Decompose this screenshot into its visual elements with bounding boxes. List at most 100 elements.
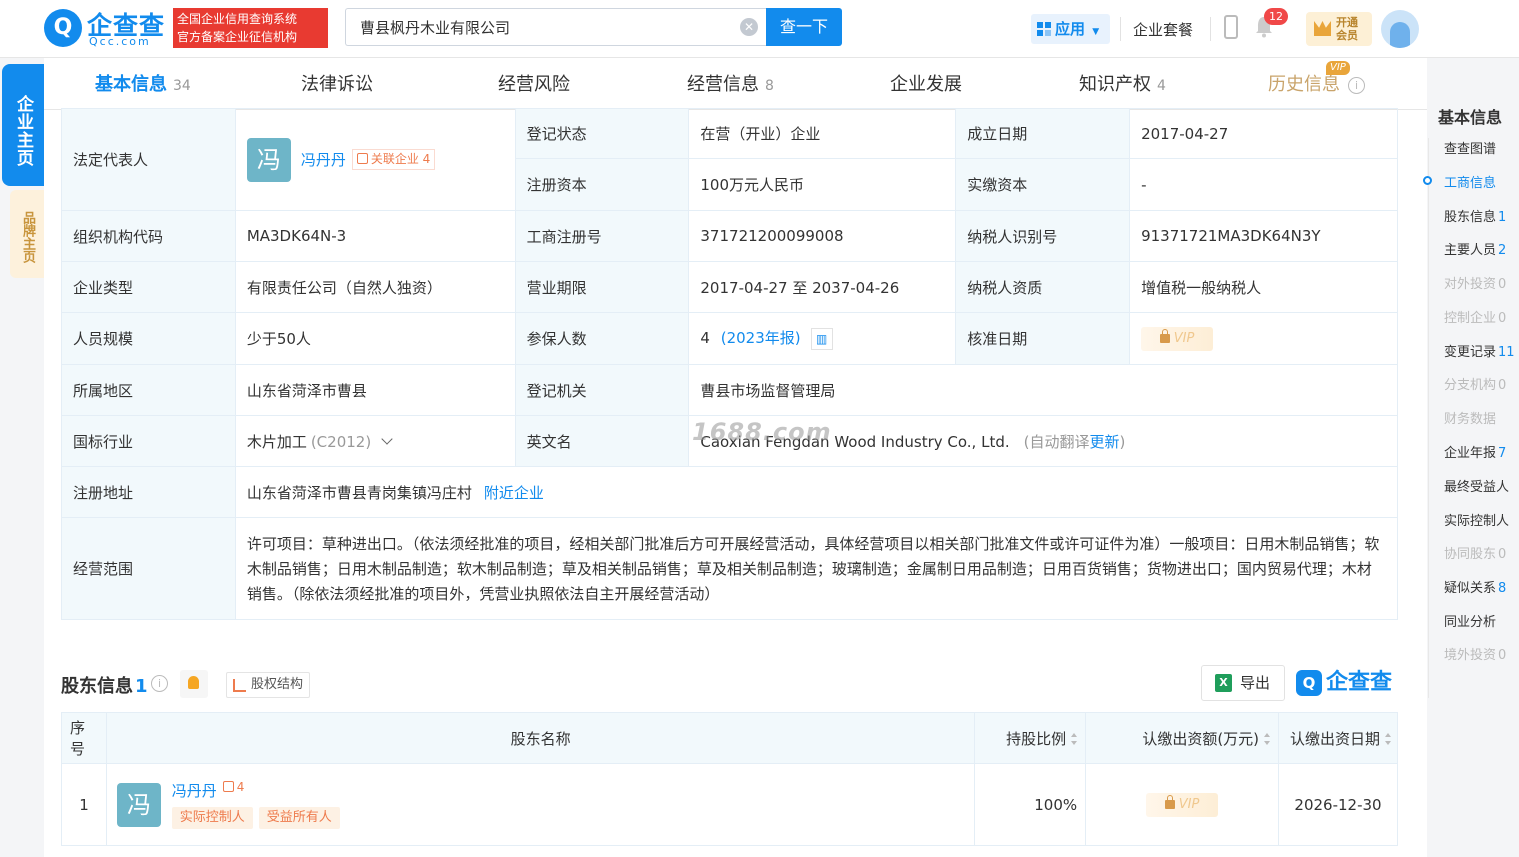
update-link[interactable]: 更新 (1089, 433, 1119, 451)
shareholder-info: 冯丹丹 4 实际控制人 受益所有人 (171, 780, 346, 829)
nav-label: 变更记录 (1444, 345, 1497, 360)
actual-controller-tag: 实际控制人 (171, 807, 253, 829)
export-button[interactable]: X 导出 (1201, 665, 1285, 701)
badge-line-1: 全国企业信用查询系统 (177, 12, 298, 26)
related-count: 4 (422, 152, 431, 166)
right-nav-title: 基本信息 (1438, 108, 1503, 127)
annual-report-link[interactable]: (2023年报) (721, 329, 801, 347)
qcc-brand-logo: Q 企查查 (1296, 668, 1392, 698)
nav-item-actual-controller[interactable]: 实际控制人 (1444, 510, 1509, 529)
nav-count: 0 (1498, 648, 1507, 663)
enterprise-suite-link[interactable]: 企业套餐 (1133, 19, 1193, 40)
tab-intellectual-property[interactable]: 知识产权 4 (1079, 60, 1166, 110)
nav-item-business-info[interactable]: 工商信息 (1444, 172, 1496, 191)
nav-item-shareholders[interactable]: 股东信息 1 (1444, 206, 1506, 225)
tab-business-info[interactable]: 经营信息 8 (687, 60, 774, 110)
search-button[interactable]: 查一下 (766, 8, 842, 46)
brand-home-tab[interactable]: 品牌主页 (10, 190, 44, 278)
nav-item-co-shareholders[interactable]: 协同股东 0 (1444, 543, 1506, 562)
tab-count: 4 (1157, 78, 1166, 94)
section-count: 1 (135, 676, 148, 697)
nav-item-graph[interactable]: 查查图谱 (1444, 138, 1496, 157)
chevron-down-icon[interactable] (381, 432, 393, 445)
user-avatar[interactable] (1381, 10, 1419, 48)
english-name-label: 英文名 (514, 415, 690, 467)
tab-history[interactable]: 历史信息 i (1268, 60, 1365, 110)
vip-locked-value[interactable]: VIP (1141, 326, 1214, 351)
legal-rep-label: 法定代表人 (61, 108, 236, 211)
equity-structure-button[interactable]: 股权结构 (226, 672, 311, 698)
tab-legal-litigation[interactable]: 法律诉讼 (301, 60, 373, 110)
mobile-phone-icon[interactable] (1224, 15, 1238, 39)
qcc-logo-icon: Q (1296, 670, 1322, 696)
nav-item-annual-reports[interactable]: 企业年报 7 (1444, 442, 1506, 461)
shareholder-name[interactable]: 冯丹丹 (172, 782, 217, 800)
relation-icon (222, 781, 234, 792)
nav-count: 11 (1498, 345, 1515, 360)
chart-icon[interactable]: ▥ (810, 327, 833, 350)
shareholder-avatar[interactable]: 冯 (116, 782, 161, 827)
tab-development[interactable]: 企业发展 (890, 60, 962, 110)
ratio-value: 100% (974, 763, 1087, 846)
reg-status-label: 登记状态 (514, 108, 690, 159)
nav-label: 主要人员 (1444, 243, 1497, 258)
col-ratio[interactable]: 持股比例 (974, 712, 1087, 764)
biz-reg-no-label: 工商注册号 (514, 210, 690, 262)
divider (1120, 17, 1121, 41)
tab-label: 基本信息 (95, 74, 167, 95)
search-box: ✕ (345, 8, 767, 46)
org-code-value: MA3DK64N-3 (234, 210, 516, 262)
amount-cell: VIP (1085, 763, 1280, 846)
nav-count: 0 (1498, 547, 1507, 562)
nav-item-changes[interactable]: 变更记录 11 (1444, 341, 1515, 360)
legal-rep-avatar[interactable]: 冯 (246, 137, 291, 182)
nearby-companies-link[interactable]: 附近企业 (484, 484, 544, 502)
logo-subtext: Qcc.com (89, 35, 151, 48)
info-icon[interactable]: i (151, 675, 168, 692)
legal-rep-name[interactable]: 冯丹丹 (301, 151, 346, 169)
nav-item-key-staff[interactable]: 主要人员 2 (1444, 239, 1506, 258)
tab-label: 知识产权 (1079, 74, 1151, 95)
open-vip-button[interactable]: 开通 会员 (1306, 12, 1372, 46)
nav-item-financials[interactable]: 财务数据 (1444, 408, 1496, 427)
found-date-label: 成立日期 (955, 108, 1131, 159)
equity-btn-label: 股权结构 (251, 677, 304, 692)
nav-item-ultimate-beneficiary[interactable]: 最终受益人 (1444, 476, 1509, 495)
lock-icon (1164, 794, 1175, 809)
caret-down-icon: ▼ (1092, 27, 1100, 37)
badge-line-2: 官方备案企业征信机构 (177, 30, 298, 44)
clear-icon[interactable]: ✕ (740, 18, 758, 36)
nav-item-peer-analysis[interactable]: 同业分析 (1444, 611, 1496, 630)
nav-item-suspected-relations[interactable]: 疑似关系 8 (1444, 577, 1506, 596)
company-home-tab[interactable]: 企业主页 (2, 64, 44, 186)
sort-icon (1264, 732, 1271, 745)
tab-label: 经营信息 (687, 74, 759, 95)
nav-item-investments[interactable]: 对外投资 0 (1444, 273, 1506, 292)
col-index: 序号 (61, 712, 107, 764)
monitor-bell-icon[interactable] (180, 670, 208, 698)
biz-scope-label: 经营范围 (61, 517, 236, 620)
reg-address-value: 山东省菏泽市曹县青岗集镇冯庄村 (246, 483, 472, 502)
qcc-logo-icon[interactable]: Q (44, 9, 82, 47)
company-type-label: 企业类型 (61, 261, 236, 313)
col-amount[interactable]: 认缴出资额(万元) (1085, 712, 1280, 764)
nav-item-branches[interactable]: 分支机构 0 (1444, 374, 1506, 393)
search-input[interactable] (346, 9, 726, 45)
nav-item-controlled[interactable]: 控制企业 0 (1444, 307, 1506, 326)
related-companies-tag[interactable]: 关联企业 4 (351, 149, 436, 170)
col-amount-label: 认缴出资额(万元) (1142, 729, 1260, 748)
col-date[interactable]: 认缴出资日期 (1278, 712, 1398, 764)
export-label: 导出 (1240, 674, 1271, 692)
related-label: 关联企业 (370, 152, 419, 166)
nav-item-overseas-investment[interactable]: 境外投资 0 (1444, 644, 1506, 663)
relation-count[interactable]: 4 (222, 780, 244, 794)
close-paren: ) (1119, 432, 1126, 451)
reg-authority-label: 登记机关 (514, 364, 690, 416)
tab-business-risk[interactable]: 经营风险 (498, 60, 570, 110)
staff-size-label: 人员规模 (61, 312, 236, 365)
apps-menu-button[interactable]: 应用 ▼ (1031, 14, 1110, 44)
vip-locked-value[interactable]: VIP (1146, 792, 1219, 817)
nav-track (1428, 138, 1429, 698)
tab-basic-info[interactable]: 基本信息 34 (95, 60, 191, 110)
business-info-table: 法定代表人 冯冯丹丹 关联企业 4 登记状态 在营（开业）企业 成立日期 2017… (61, 108, 1399, 620)
